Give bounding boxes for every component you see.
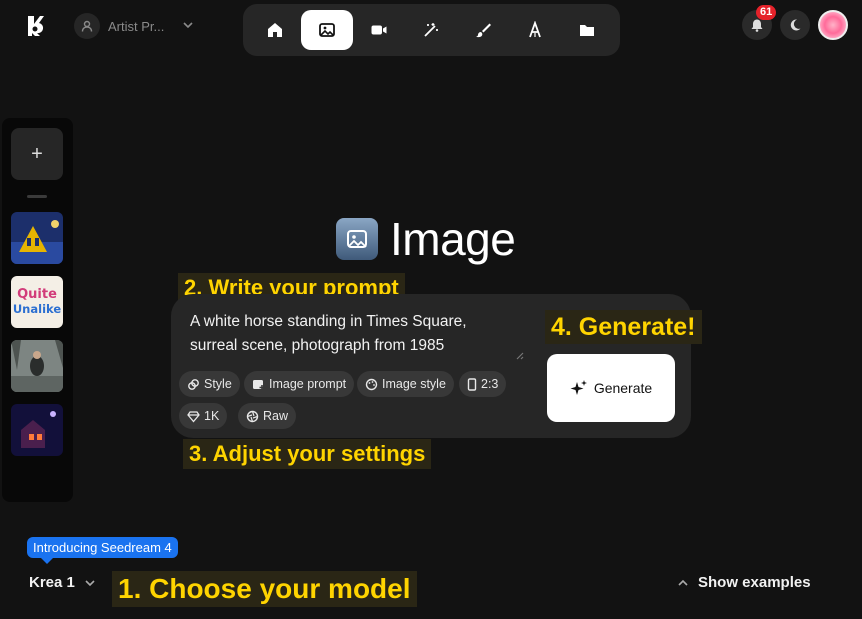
chip-label: Raw — [263, 409, 289, 423]
prompt-input[interactable]: A white horse standing in Times Square, … — [190, 310, 510, 358]
thumbnail-text: Unalike — [12, 302, 62, 316]
style-chip[interactable]: Style — [179, 371, 240, 397]
user-icon — [74, 13, 100, 39]
chip-label: 2:3 — [481, 377, 499, 391]
bell-icon — [751, 19, 763, 32]
palette-icon — [365, 378, 378, 390]
home-tool-button[interactable] — [249, 10, 301, 50]
notifications-button[interactable]: 61 — [742, 5, 777, 40]
profile-avatar[interactable] — [818, 10, 848, 40]
thumbnail-text: Quite — [17, 287, 57, 302]
diamond-icon — [187, 410, 200, 423]
moon-icon — [790, 19, 801, 31]
history-thumbnail[interactable] — [11, 340, 63, 392]
workspace-label: Artist Pr... — [108, 18, 165, 34]
enhance-tool-button[interactable] — [405, 10, 457, 50]
image-icon — [319, 23, 335, 37]
annotation-step-1: 1. Choose your model — [112, 571, 417, 607]
font-icon — [529, 21, 541, 38]
mode-toolbar — [243, 4, 620, 56]
image-tool-button[interactable] — [301, 10, 353, 50]
chip-label: Style — [204, 377, 232, 391]
chevron-up-icon — [678, 579, 688, 586]
chip-label: 1K — [204, 409, 220, 423]
page-heading: Image — [336, 212, 516, 266]
link-icon — [188, 378, 199, 390]
generate-button[interactable]: Generate — [547, 354, 675, 422]
show-examples-label: Show examples — [698, 574, 811, 591]
history-thumbnail[interactable] — [11, 404, 63, 456]
history-thumbnail[interactable] — [11, 212, 63, 264]
history-sidebar: + Quite Unalike — [2, 118, 73, 502]
edit-tool-button[interactable] — [457, 10, 509, 50]
chevron-down-icon — [182, 19, 194, 34]
model-selector[interactable]: Krea 1 — [29, 574, 97, 591]
sidebar-divider — [27, 195, 47, 198]
top-right-controls: 61 — [742, 5, 848, 40]
aperture-icon — [246, 410, 259, 422]
badge-pointer — [41, 558, 53, 564]
chip-label: Image prompt — [269, 377, 347, 391]
video-tool-button[interactable] — [353, 10, 405, 50]
home-icon — [268, 23, 282, 37]
enhance-icon — [424, 23, 438, 37]
aspect-ratio-chip[interactable]: 2:3 — [459, 371, 507, 397]
annotation-step-4: 4. Generate! — [545, 310, 702, 344]
image-add-icon — [253, 379, 265, 390]
plus-icon: + — [31, 142, 43, 165]
image-icon — [336, 218, 378, 260]
brush-icon — [476, 23, 491, 38]
video-icon — [371, 25, 387, 35]
folder-icon — [580, 25, 594, 36]
notification-count-badge: 61 — [756, 5, 777, 20]
workspace-selector[interactable]: Artist Pr... — [74, 12, 194, 40]
raw-chip[interactable]: Raw — [238, 403, 297, 429]
resolution-chip[interactable]: 1K — [179, 403, 228, 429]
page-title: Image — [390, 213, 516, 265]
image-prompt-chip[interactable]: Image prompt — [244, 371, 355, 397]
font-tool-button[interactable] — [509, 10, 561, 50]
resize-handle-icon[interactable] — [514, 350, 524, 360]
krea-logo[interactable] — [24, 14, 46, 38]
introducing-badge[interactable]: Introducing Seedream 4 — [27, 537, 178, 558]
history-thumbnail[interactable]: Quite Unalike — [11, 276, 63, 328]
image-style-chip[interactable]: Image style — [357, 371, 454, 397]
theme-toggle-button[interactable] — [780, 10, 810, 40]
annotation-step-3: 3. Adjust your settings — [183, 439, 432, 469]
chevron-down-icon — [85, 579, 95, 586]
generate-label: Generate — [593, 380, 653, 396]
sparkle-icon — [570, 380, 587, 395]
new-session-button[interactable]: + — [11, 128, 63, 180]
model-name: Krea 1 — [29, 574, 75, 591]
show-examples-button[interactable]: Show examples — [676, 574, 811, 591]
chip-label: Image style — [382, 377, 446, 391]
portrait-frame-icon — [467, 377, 477, 391]
assets-tool-button[interactable] — [561, 10, 613, 50]
